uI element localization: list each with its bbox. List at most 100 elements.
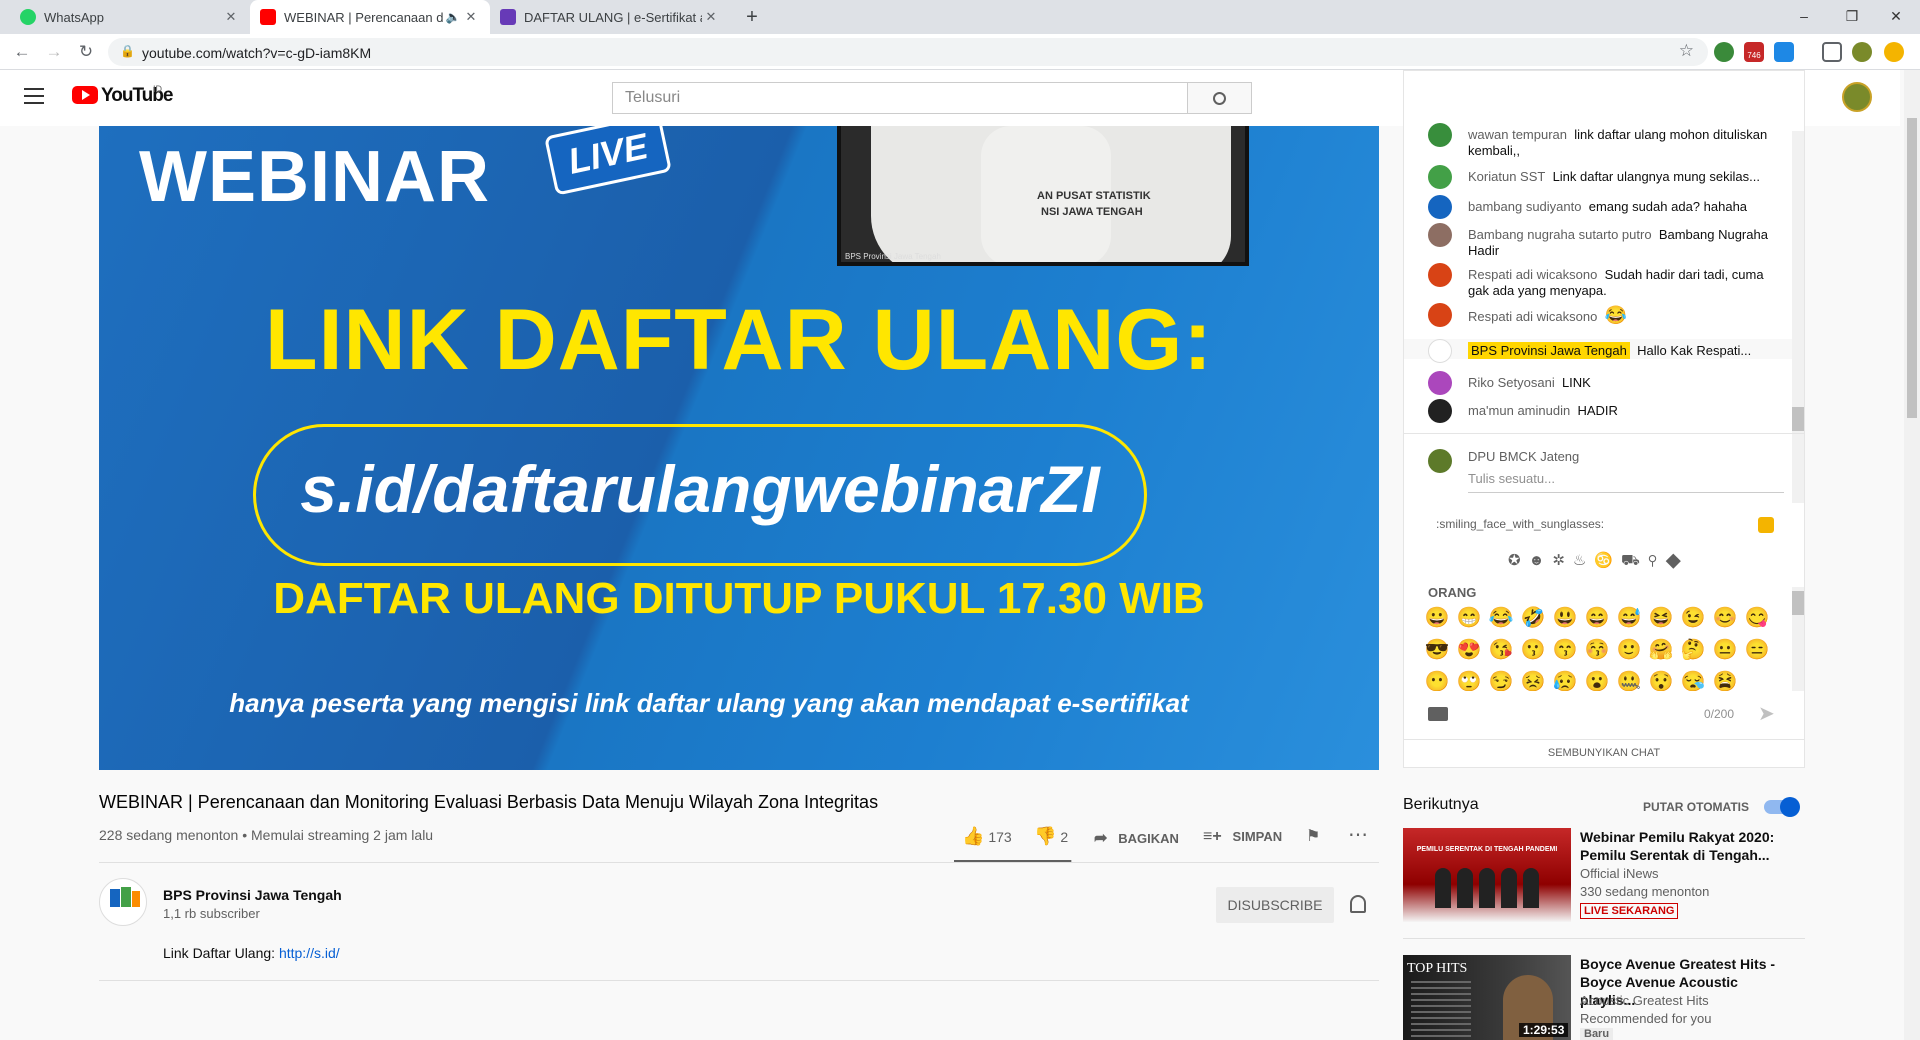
- tab-whatsapp[interactable]: WhatsApp ✕: [10, 0, 250, 34]
- chat-message[interactable]: BPS Provinsi Jawa Tengah Hallo Kak Respa…: [1404, 339, 1804, 363]
- search-button[interactable]: [1188, 82, 1252, 114]
- page-scrollbar[interactable]: [1904, 70, 1920, 1040]
- maximize-button[interactable]: ❐: [1832, 4, 1872, 28]
- close-icon[interactable]: ✕: [222, 9, 240, 25]
- chat-author[interactable]: bambang sudiyanto: [1468, 199, 1581, 214]
- emoji-button[interactable]: 🙄: [1456, 669, 1482, 691]
- emoji-scrollbar[interactable]: [1792, 587, 1804, 691]
- emoji-button[interactable]: 😮: [1584, 669, 1610, 691]
- channel-name[interactable]: Acoustic Greatest Hits: [1580, 992, 1709, 1010]
- reading-list-icon[interactable]: [1822, 42, 1842, 62]
- reload-icon[interactable]: ↻: [74, 40, 98, 64]
- chat-author[interactable]: Respati adi wicaksono: [1468, 267, 1597, 282]
- chat-message[interactable]: Koriatun SST Link daftar ulangnya mung s…: [1428, 165, 1788, 189]
- emoji-button[interactable]: 🙂: [1616, 637, 1642, 663]
- emoji-button[interactable]: 😗: [1520, 637, 1546, 663]
- report-flag-icon[interactable]: ⚑: [1306, 826, 1320, 846]
- menu-update-icon[interactable]: [1884, 42, 1904, 62]
- save-button[interactable]: ≡+ SIMPAN: [1203, 828, 1282, 846]
- emoji-button[interactable]: 😶: [1424, 669, 1450, 691]
- video-thumbnail[interactable]: PEMILU SERENTAK DI TENGAH PANDEMI: [1403, 828, 1571, 922]
- video-player[interactable]: WEBINAR LIVE AN PUSAT STATISTIK NSI JAWA…: [99, 126, 1379, 770]
- chat-author[interactable]: Respati adi wicaksono: [1468, 309, 1597, 324]
- avatar[interactable]: [1842, 82, 1872, 112]
- emoji-category-tabs[interactable]: ✪☻✲♨♋⛟⚲◆: [1508, 551, 1690, 571]
- emoji-button[interactable]: 😍: [1456, 637, 1482, 663]
- hamburger-menu-icon[interactable]: [24, 88, 44, 104]
- emoji-button[interactable]: 😑: [1744, 637, 1770, 663]
- emoji-button[interactable]: 😊: [1712, 605, 1738, 631]
- emoji-button[interactable]: 🤐: [1616, 669, 1642, 691]
- like-button[interactable]: 👍 173: [962, 826, 1012, 847]
- emoji-button[interactable]: 😙: [1552, 637, 1578, 663]
- emoji-button[interactable]: 😐: [1712, 637, 1738, 663]
- bookmark-star-icon[interactable]: ☆: [1679, 41, 1694, 61]
- chat-message[interactable]: Bambang nugraha sutarto putro Bambang Nu…: [1428, 223, 1788, 259]
- chat-message[interactable]: Respati adi wicaksono Sudah hadir dari t…: [1428, 263, 1788, 299]
- emoji-button[interactable]: 😂: [1488, 605, 1514, 631]
- emoji-button[interactable]: 😅: [1616, 605, 1642, 631]
- emoji-button[interactable]: 😃: [1552, 605, 1578, 631]
- emoji-button[interactable]: 😆: [1648, 605, 1674, 631]
- chat-author[interactable]: ma'mun aminudin: [1468, 403, 1570, 418]
- youtube-logo-icon[interactable]: [72, 86, 98, 104]
- send-icon[interactable]: ➤: [1758, 701, 1775, 726]
- chat-author[interactable]: Bambang nugraha sutarto putro: [1468, 227, 1652, 242]
- extension-icon[interactable]: [1714, 42, 1734, 62]
- translate-extension-icon[interactable]: [1774, 42, 1794, 62]
- keyboard-icon[interactable]: [1428, 707, 1448, 721]
- emoji-button[interactable]: 😘: [1488, 637, 1514, 663]
- more-actions-icon[interactable]: ⋯: [1348, 822, 1368, 847]
- subscribed-button[interactable]: DISUBSCRIBE: [1216, 887, 1334, 923]
- emoji-button[interactable]: 🤔: [1680, 637, 1706, 663]
- channel-name[interactable]: Official iNews: [1580, 865, 1659, 883]
- emoji-button[interactable]: 😀: [1424, 605, 1450, 631]
- emoji-button[interactable]: 😥: [1552, 669, 1578, 691]
- chat-author[interactable]: wawan tempuran: [1468, 127, 1567, 142]
- hide-chat-button[interactable]: SEMBUNYIKAN CHAT: [1404, 747, 1804, 759]
- forward-icon[interactable]: →: [42, 40, 66, 64]
- chat-scrollbar[interactable]: [1792, 131, 1804, 503]
- emoji-button[interactable]: 🤗: [1648, 637, 1674, 663]
- chat-message[interactable]: Respati adi wicaksono 😂: [1428, 303, 1788, 327]
- close-window-button[interactable]: ✕: [1876, 4, 1916, 28]
- chat-author[interactable]: BPS Provinsi Jawa Tengah: [1468, 342, 1630, 359]
- channel-avatar[interactable]: [99, 878, 147, 926]
- emoji-button[interactable]: 😪: [1680, 669, 1706, 691]
- back-icon[interactable]: ←: [10, 40, 34, 64]
- emoji-button[interactable]: 😣: [1520, 669, 1546, 691]
- search-input[interactable]: Telusuri: [612, 82, 1188, 114]
- emoji-button[interactable]: 😋: [1744, 605, 1770, 631]
- close-icon[interactable]: ✕: [462, 9, 480, 25]
- profile-icon[interactable]: [1852, 42, 1872, 62]
- chat-author[interactable]: Riko Setyosani: [1468, 375, 1555, 390]
- emoji-button[interactable]: 😁: [1456, 605, 1482, 631]
- video-title[interactable]: Webinar Pemilu Rakyat 2020: Pemilu Seren…: [1580, 828, 1790, 864]
- chat-message[interactable]: ma'mun aminudin HADIR: [1428, 399, 1788, 423]
- description-link[interactable]: http://s.id/: [279, 945, 340, 961]
- chat-message-input[interactable]: Tulis sesuatu...: [1468, 471, 1784, 493]
- tab-youtube[interactable]: WEBINAR | Perencanaan dan Monitoring 🔈 ✕: [250, 0, 490, 34]
- close-icon[interactable]: ✕: [702, 9, 720, 25]
- emoji-button[interactable]: 🤣: [1520, 605, 1546, 631]
- emoji-button[interactable]: 😯: [1648, 669, 1674, 691]
- chat-message[interactable]: bambang sudiyanto emang sudah ada? hahah…: [1428, 195, 1788, 219]
- emoji-button[interactable]: 😏: [1488, 669, 1514, 691]
- speaker-icon[interactable]: 🔈: [444, 10, 462, 24]
- channel-name[interactable]: BPS Provinsi Jawa Tengah: [163, 887, 342, 903]
- emoji-button[interactable]: 😄: [1584, 605, 1610, 631]
- new-tab-button[interactable]: +: [740, 5, 764, 29]
- autoplay-toggle[interactable]: [1764, 797, 1800, 817]
- calendar-extension-icon[interactable]: 746: [1744, 42, 1764, 62]
- emoji-button[interactable]: 😫: [1712, 669, 1738, 691]
- selected-emoji-icon[interactable]: [1758, 517, 1774, 533]
- chat-message[interactable]: Riko Setyosani LINK: [1428, 371, 1788, 395]
- minimize-button[interactable]: –: [1784, 4, 1824, 28]
- address-bar[interactable]: 🔒 youtube.com/watch?v=c-gD-iam8KM ☆: [108, 38, 1708, 66]
- tab-forms[interactable]: DAFTAR ULANG | e-Sertifikat akan ✕: [490, 0, 730, 34]
- emoji-button[interactable]: 😉: [1680, 605, 1706, 631]
- chat-author[interactable]: Koriatun SST: [1468, 169, 1545, 184]
- share-button[interactable]: ➦ BAGIKAN: [1094, 828, 1179, 848]
- chat-message[interactable]: wawan tempuran link daftar ulang mohon d…: [1428, 123, 1788, 159]
- video-thumbnail[interactable]: TOP HITS 1:29:53: [1403, 955, 1571, 1040]
